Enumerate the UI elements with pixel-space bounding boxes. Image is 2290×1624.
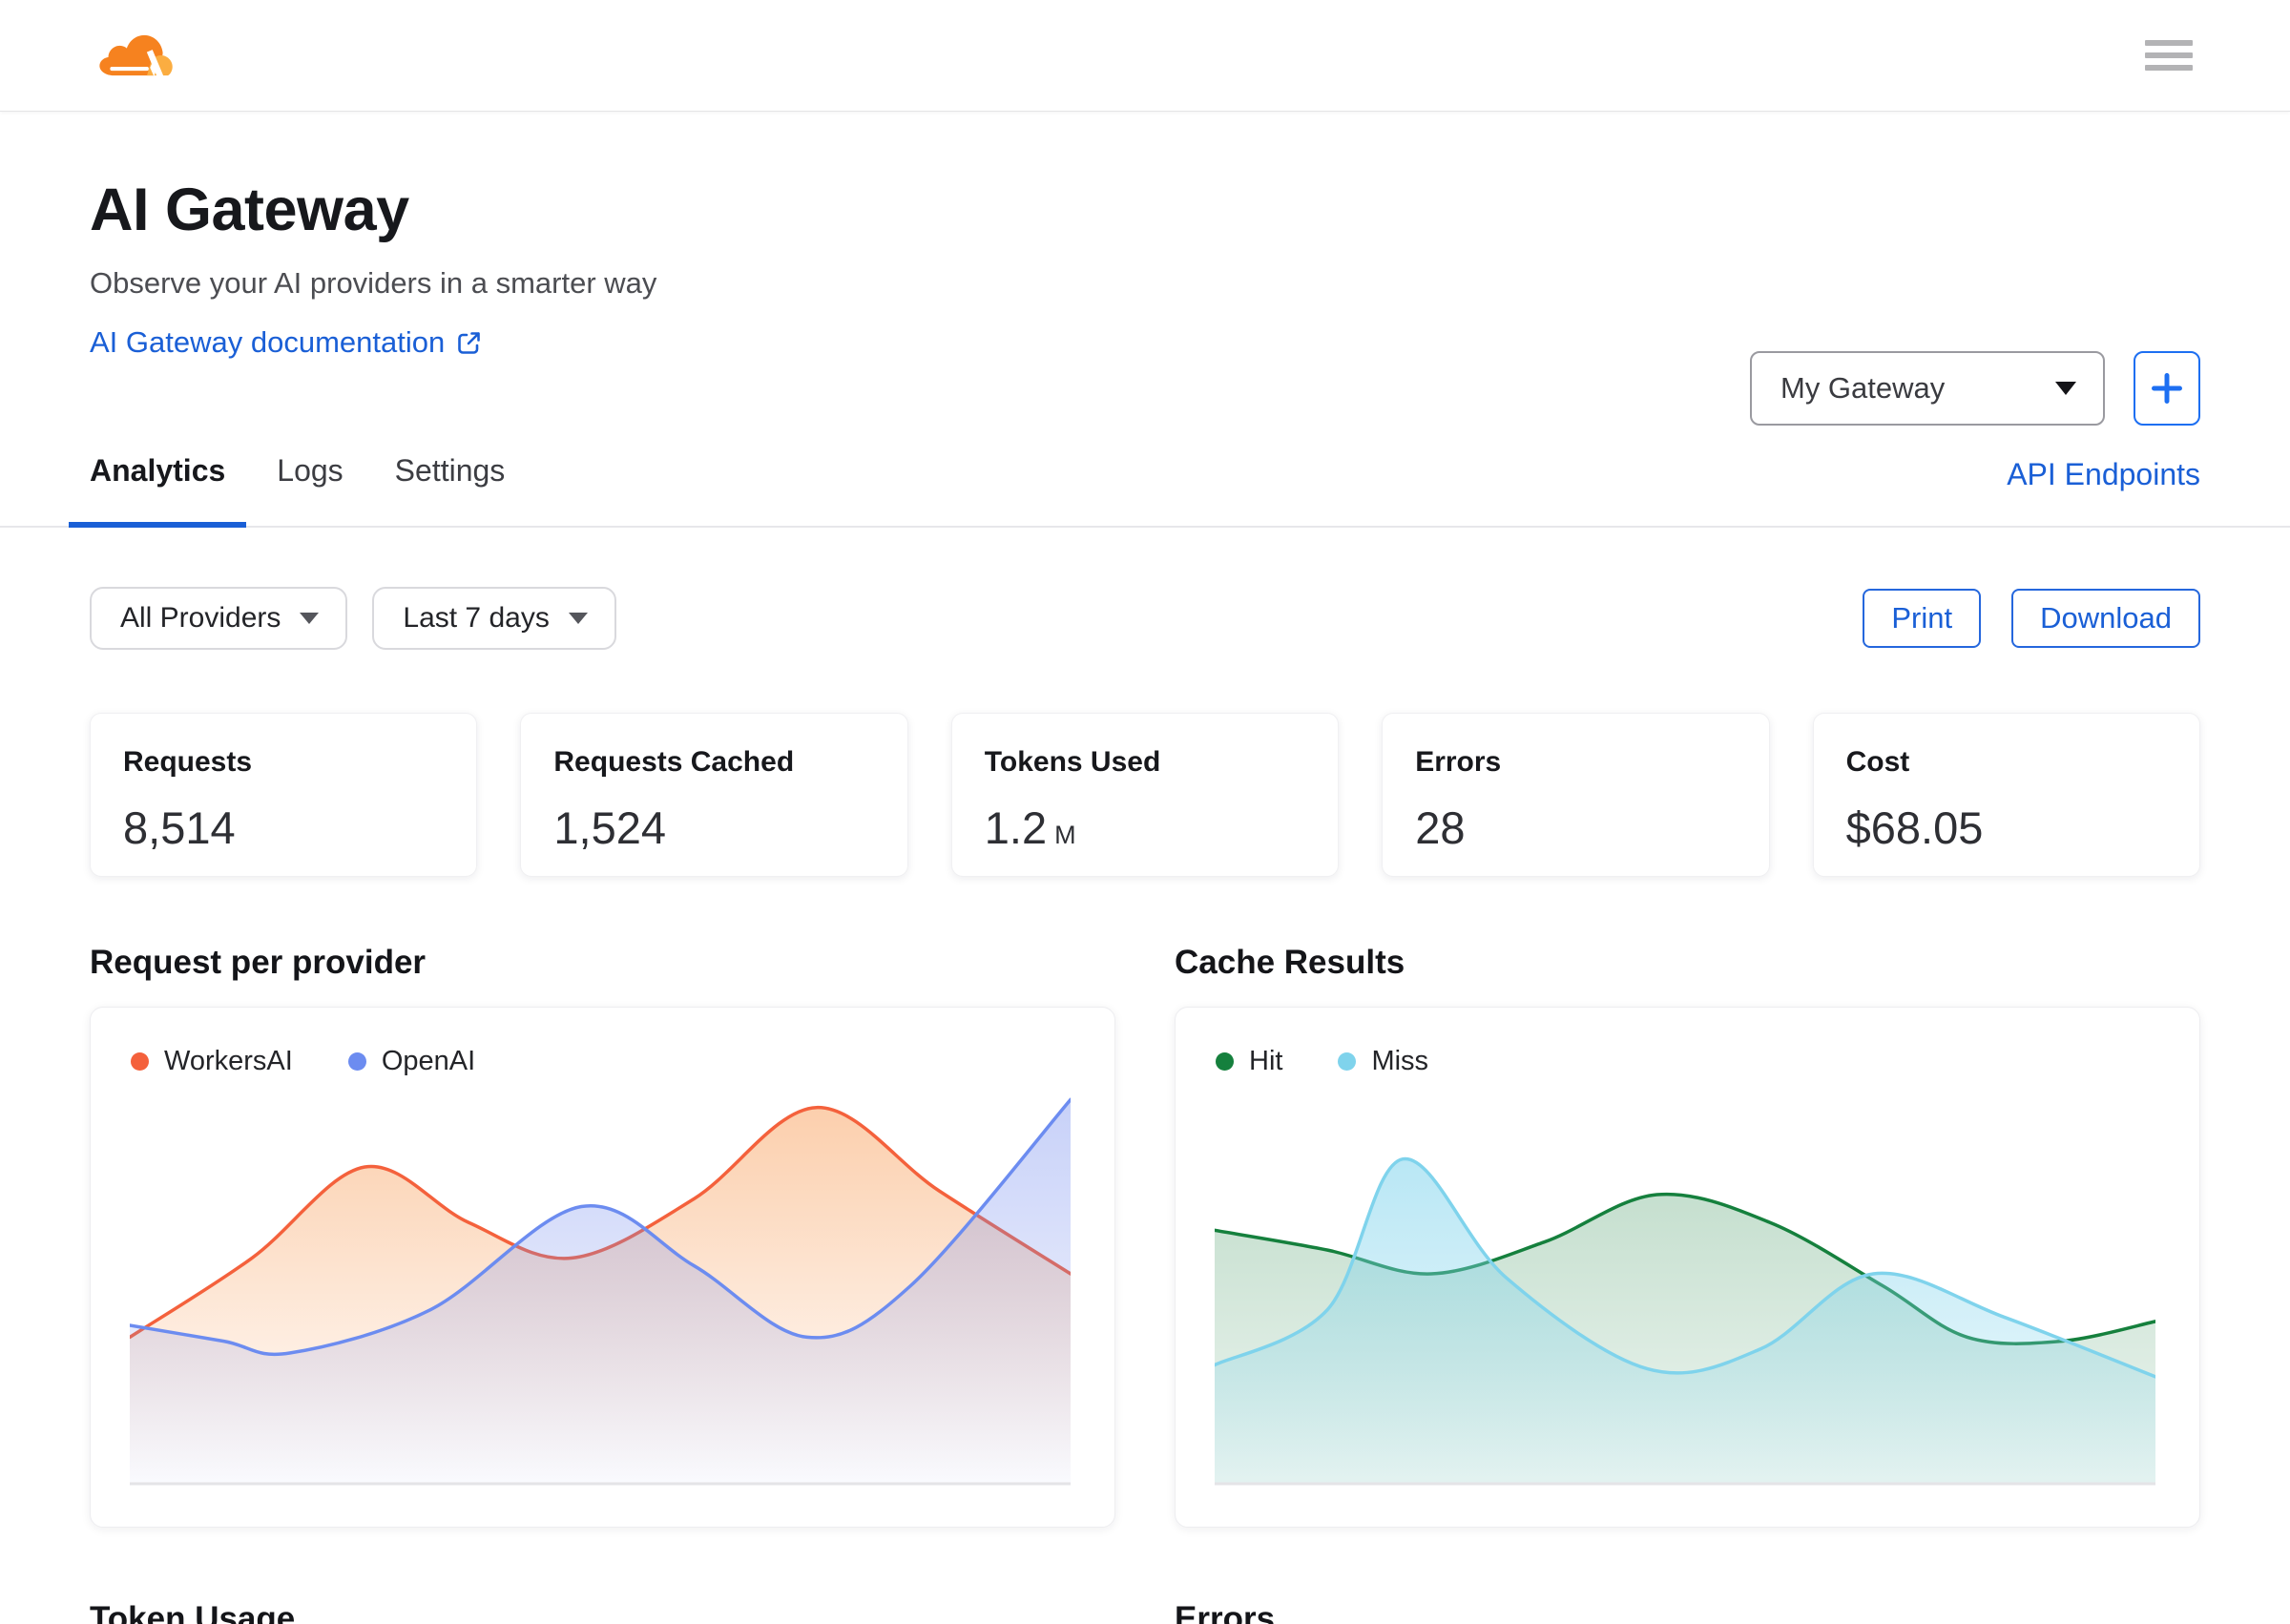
filters-row: All Providers Last 7 days Print Download <box>90 587 2200 651</box>
stat-label: Requests Cached <box>553 746 795 779</box>
caret-down-icon <box>300 613 320 625</box>
legend-dot-hit <box>1216 1052 1234 1072</box>
hamburger-menu-icon[interactable] <box>2145 40 2193 71</box>
section-title-token-usage: Token Usage <box>90 1600 296 1624</box>
legend-dot-openai <box>347 1052 366 1072</box>
caret-down-icon <box>568 613 588 625</box>
chart-title-cache-results: Cache Results <box>1175 944 1405 982</box>
page-subtitle: Observe your AI providers in a smarter w… <box>90 266 657 301</box>
legend-item-hit: Hit <box>1216 1046 1282 1077</box>
documentation-link-label: AI Gateway documentation <box>90 325 446 360</box>
tab-logs[interactable]: Logs <box>256 449 364 528</box>
providers-filter[interactable]: All Providers <box>90 587 348 651</box>
cache-results-section: Cache Results Hit Miss <box>1175 944 2200 1529</box>
legend-item-miss: Miss <box>1338 1046 1428 1077</box>
gateway-select[interactable]: My Gateway <box>1750 351 2105 426</box>
stat-value: 8,514 <box>123 802 236 854</box>
stat-value: 28 <box>1415 802 1466 854</box>
stat-value-suffix: M <box>1054 821 1076 850</box>
stat-value: 1.2 M <box>984 802 1076 854</box>
requests-per-provider-section: Request per provider WorkersAI OpenAI <box>90 944 1115 1529</box>
bottom-row: Token Usage Errors <box>90 1600 2200 1624</box>
page-title: AI Gateway <box>90 177 409 243</box>
legend-item-workersai: WorkersAI <box>131 1046 293 1077</box>
gateway-select-value: My Gateway <box>1780 371 1946 405</box>
providers-filter-label: All Providers <box>120 602 281 635</box>
request-per-provider-plot <box>130 1072 1071 1492</box>
stat-card-tokens-used: Tokens Used 1.2 M <box>950 713 1340 878</box>
documentation-link[interactable]: AI Gateway documentation <box>90 325 482 360</box>
stat-value: 1,524 <box>553 802 667 854</box>
legend-item-openai: OpenAI <box>347 1046 476 1077</box>
date-range-filter[interactable]: Last 7 days <box>372 587 616 651</box>
download-button[interactable]: Download <box>2011 589 2200 649</box>
stat-label: Requests <box>123 746 253 779</box>
stat-label: Cost <box>1845 746 1910 779</box>
legend-label: Miss <box>1371 1046 1429 1077</box>
section-title-errors: Errors <box>1175 1600 1276 1624</box>
legend-dot-miss <box>1338 1052 1357 1072</box>
add-gateway-button[interactable] <box>2134 351 2200 426</box>
action-buttons: Print Download <box>1863 589 2200 649</box>
stat-card-requests-cached: Requests Cached 1,524 <box>520 713 908 878</box>
tabs: Analytics Logs Settings <box>69 449 2200 529</box>
chart-legend: Hit Miss <box>1216 1046 1428 1077</box>
stat-card-cost: Cost $68.05 <box>1812 713 2200 878</box>
request-per-provider-chart-card: WorkersAI OpenAI <box>90 1007 1115 1529</box>
cloudflare-logo <box>99 34 173 80</box>
tab-analytics[interactable]: Analytics <box>69 449 247 529</box>
external-link-icon <box>458 331 481 354</box>
legend-label: Hit <box>1249 1046 1283 1077</box>
topbar <box>0 0 2290 112</box>
api-endpoints-link[interactable]: API Endpoints <box>2007 457 2200 492</box>
tabs-row: Analytics Logs Settings API Endpoints <box>0 449 2290 529</box>
stat-card-errors: Errors 28 <box>1382 713 1770 878</box>
plus-icon <box>2152 373 2182 404</box>
date-range-filter-label: Last 7 days <box>403 602 550 635</box>
chevron-down-icon <box>2055 382 2076 395</box>
charts-row: Request per provider WorkersAI OpenAI Ca… <box>90 944 2200 1529</box>
area-chart-cache-results <box>1215 1157 2155 1486</box>
area-chart-request-per-provider <box>130 1097 1071 1486</box>
filter-pills: All Providers Last 7 days <box>90 587 616 651</box>
legend-label: WorkersAI <box>164 1046 293 1077</box>
gateway-controls: My Gateway <box>1750 351 2200 426</box>
ai-gateway-page: AI Gateway Observe your AI providers in … <box>0 0 2290 1624</box>
stat-label: Tokens Used <box>984 746 1161 779</box>
chart-title-request-per-provider: Request per provider <box>90 944 427 982</box>
legend-label: OpenAI <box>381 1046 476 1077</box>
main-content: AI Gateway Observe your AI providers in … <box>0 178 2290 1624</box>
cache-results-chart-card: Hit Miss <box>1175 1007 2200 1529</box>
stats-row: Requests 8,514 Requests Cached 1,524 Tok… <box>90 713 2200 878</box>
tab-settings[interactable]: Settings <box>374 449 527 528</box>
stat-card-requests: Requests 8,514 <box>90 713 478 878</box>
chart-legend: WorkersAI OpenAI <box>131 1046 475 1077</box>
stat-value: $68.05 <box>1845 802 1984 854</box>
legend-dot-workersai <box>131 1052 149 1072</box>
cache-results-plot <box>1215 1072 2155 1492</box>
print-button[interactable]: Print <box>1863 589 1982 649</box>
stat-label: Errors <box>1415 746 1502 779</box>
